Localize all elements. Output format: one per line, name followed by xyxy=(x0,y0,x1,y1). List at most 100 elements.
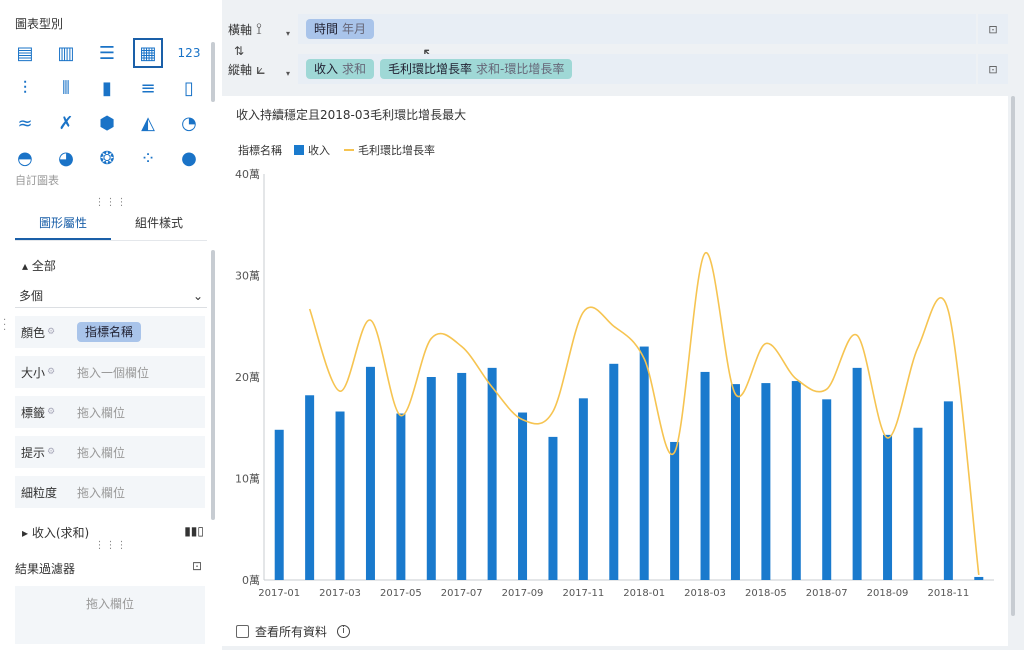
x-tick-label: 2018-11 xyxy=(927,588,969,599)
series-dropdown[interactable]: 多個 ⌄ xyxy=(15,284,207,308)
result-filter-title: 結果過濾器 xyxy=(15,562,76,576)
cross-table-icon[interactable]: ▥ xyxy=(51,38,81,68)
scatter-icon[interactable]: ⁘ xyxy=(133,143,163,173)
lock-icon[interactable]: ⊡ xyxy=(978,14,1008,44)
bar-revenue xyxy=(670,441,680,580)
tooltip-field-row[interactable]: 提示 ⚙ 拖入欄位 xyxy=(15,436,205,468)
page-scrollbar[interactable] xyxy=(1011,96,1015,616)
bar-revenue xyxy=(578,398,588,580)
y-tick-label: 20萬 xyxy=(235,371,260,384)
y-axis-label: 縱軸 xyxy=(228,62,253,77)
detail-table-icon[interactable]: ☰ xyxy=(92,38,122,68)
granularity-field-row[interactable]: 細粒度 拖入欄位 xyxy=(15,476,205,508)
y-tick-label: 0萬 xyxy=(242,574,260,587)
panel-resize-grip[interactable]: ⋮⋮⋮ xyxy=(0,198,222,208)
x-axis-bar: 橫軸 ⟟ ▾ 時間 年月 ⊡ xyxy=(222,14,1008,44)
bar-revenue xyxy=(943,401,953,580)
x-tick-label: 2018-01 xyxy=(623,588,665,599)
measure-series-row[interactable]: ▸ 收入(求和) ▮▮▯ xyxy=(22,524,204,541)
y-axis-drop-zone[interactable]: 收入 求和 毛利環比增長率 求和-環比增長率 xyxy=(298,54,976,84)
column-chart-icon[interactable]: ▮ xyxy=(92,73,122,103)
bar-chart-icon[interactable]: ▮▮▯ xyxy=(184,524,204,541)
legend-swatch-line xyxy=(344,149,354,151)
x-axis-icon[interactable]: ⟟ ▾ xyxy=(256,19,298,39)
horizontal-bar-icon[interactable]: ≡ xyxy=(133,73,163,103)
size-field-row[interactable]: 大小 ⚙ 拖入一個欄位 xyxy=(15,356,205,388)
line-chart-icon[interactable]: ≈ xyxy=(10,108,40,138)
x-tick-label: 2018-09 xyxy=(867,588,909,599)
bar-revenue xyxy=(822,399,832,580)
y-axis-bar: 縱軸 ⟀ ▾ 收入 求和 毛利環比增長率 求和-環比增長率 ⊡ xyxy=(222,54,1008,84)
chart-type-title: 圖表型別 xyxy=(15,17,64,31)
y-axis-field-pill[interactable]: 收入 求和 xyxy=(306,59,375,79)
bar-revenue xyxy=(426,377,436,580)
lock-icon[interactable]: ⊡ xyxy=(978,54,1008,84)
bar-revenue xyxy=(974,576,984,580)
x-tick-label: 2017-01 xyxy=(258,588,300,599)
x-field-sub: 年月 xyxy=(342,22,367,36)
view-all-data-row[interactable]: 查看所有資料 i xyxy=(236,623,351,640)
combo-chart[interactable]: 0萬 10萬 20萬 30萬 40萬 2017-01 2017-03 2017-05 2017-… xyxy=(222,156,1008,616)
bar-revenue xyxy=(730,384,740,580)
bar-revenue xyxy=(274,429,284,580)
custom-chart-link[interactable]: 自訂圖表 xyxy=(15,172,59,188)
pie-chart-icon[interactable]: ◕ xyxy=(51,143,81,173)
bar-revenue xyxy=(639,346,649,580)
all-series-toggle[interactable]: ▴ 全部 xyxy=(22,257,56,274)
view-all-label: 查看所有資料 xyxy=(255,625,328,639)
x-field-name: 時間 xyxy=(314,22,339,36)
bar-group-icon[interactable]: ⫶ xyxy=(10,73,40,103)
bar-revenue xyxy=(365,366,375,580)
x-tick-label: 2018-05 xyxy=(745,588,787,599)
tooltip-label: 提示 xyxy=(21,445,46,460)
panel-resize-grip[interactable]: ⋮⋮⋮ xyxy=(0,541,222,551)
property-tabs: 圖形屬性 組件樣式 xyxy=(15,207,207,241)
splitter-grip[interactable]: · · · xyxy=(3,316,6,336)
properties-scrollbar[interactable] xyxy=(211,250,215,520)
legend-swatch-bar xyxy=(294,145,304,155)
radar-icon[interactable]: ⬢ xyxy=(92,108,122,138)
chart-type-scrollbar[interactable] xyxy=(211,42,215,102)
x-tick-label: 2017-03 xyxy=(319,588,361,599)
x-tick-label: 2018-07 xyxy=(806,588,848,599)
gauge-icon[interactable]: ◔ xyxy=(174,108,204,138)
view-all-checkbox[interactable] xyxy=(236,625,249,638)
info-icon[interactable]: i xyxy=(337,625,351,638)
chart-title: 收入持續穩定且2018-03毛利環比增長最大 xyxy=(236,108,467,122)
rose-chart-icon[interactable]: ❂ xyxy=(92,143,122,173)
kpi-number-icon[interactable]: 123 xyxy=(174,38,204,68)
y-axis-field-pill[interactable]: 毛利環比增長率 求和-環比增長率 xyxy=(380,59,573,79)
caret-down-icon[interactable]: ▾ xyxy=(286,29,290,38)
label-field-row[interactable]: 標籤 ⚙ 拖入欄位 xyxy=(15,396,205,428)
bubble-icon[interactable]: ● xyxy=(174,143,204,173)
tab-graph-properties[interactable]: 圖形屬性 xyxy=(15,207,111,240)
y-tick-label: 30萬 xyxy=(235,270,260,283)
line-scatter-icon[interactable]: ✗ xyxy=(51,108,81,138)
chart-card: 收入持續穩定且2018-03毛利環比增長最大 指標名稱 收入 毛利環比增長率 0… xyxy=(222,96,1008,646)
bar-revenue xyxy=(913,427,923,580)
tab-component-style[interactable]: 組件樣式 xyxy=(111,207,207,240)
color-field-row[interactable]: 顏色 ⚙ 指標名稱 xyxy=(15,316,205,348)
area-chart-icon[interactable]: ◭ xyxy=(133,108,163,138)
waterfall-icon[interactable]: ▯ xyxy=(174,73,204,103)
filter-drop-zone[interactable]: 拖入欄位 xyxy=(15,586,205,644)
bar-revenue xyxy=(761,383,771,580)
x-axis-field-pill[interactable]: 時間 年月 xyxy=(306,19,375,39)
table-icon[interactable]: ▤ xyxy=(10,38,40,68)
gear-icon[interactable]: ⚙ xyxy=(47,367,55,377)
stacked-bar-icon[interactable]: ⦀ xyxy=(51,73,81,103)
color-field-pill[interactable]: 指標名稱 xyxy=(77,322,142,342)
gear-icon[interactable]: ⚙ xyxy=(47,327,55,337)
grouped-table-icon[interactable]: ▦ xyxy=(133,38,163,68)
gear-icon[interactable]: ⚙ xyxy=(47,447,55,457)
x-axis-drop-zone[interactable]: 時間 年月 xyxy=(298,14,976,44)
y-field1-sub: 求和 xyxy=(342,62,367,76)
half-pie-icon[interactable]: ◓ xyxy=(10,143,40,173)
y-axis-icon[interactable]: ⟀ ▾ xyxy=(256,59,298,79)
bar-revenue xyxy=(518,412,528,580)
y-tick-label: 40萬 xyxy=(235,168,260,181)
lock-icon[interactable]: ⊡ xyxy=(192,559,202,573)
gear-icon[interactable]: ⚙ xyxy=(47,407,55,417)
caret-down-icon[interactable]: ▾ xyxy=(286,69,290,78)
bar-revenue xyxy=(305,395,315,580)
